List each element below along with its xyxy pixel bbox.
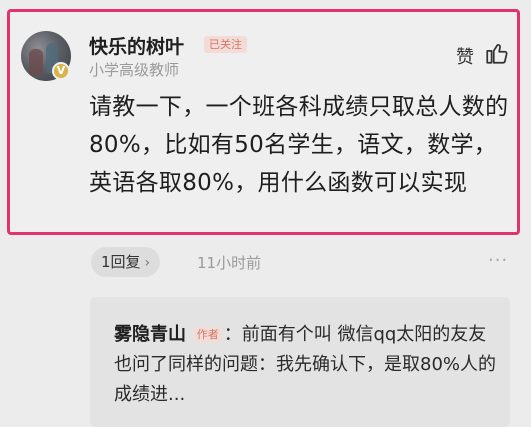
view-replies-button[interactable]: 1回复 › xyxy=(91,247,161,277)
author-tag-badge: 作者 xyxy=(193,327,222,342)
followed-badge[interactable]: 已关注 xyxy=(204,36,247,53)
username[interactable]: 快乐的树叶 xyxy=(89,32,184,59)
verified-badge-icon: V xyxy=(52,62,70,80)
comment-text: 请教一下，一个班各科成绩只取总人数的80%，比如有50名学生，语文，数学，英语各… xyxy=(89,94,509,196)
user-title: 小学高级教师 xyxy=(89,61,180,79)
avatar-figure xyxy=(29,49,43,75)
thumbs-up-icon[interactable] xyxy=(484,40,510,66)
chevron-right-icon: › xyxy=(144,255,151,271)
more-options-icon[interactable]: ··· xyxy=(488,250,508,271)
like-label[interactable]: 赞 xyxy=(456,43,474,69)
reply-preview-text: 雾隐青山 作者 ：前面有个叫 微信qq太阳的友友也问了同样的问题：我先确认下，是取… xyxy=(114,320,504,410)
comment-time: 11小时前 xyxy=(197,254,262,272)
reply-count-label: 1回复 xyxy=(101,253,141,271)
reply-author[interactable]: 雾隐青山 xyxy=(114,324,186,345)
